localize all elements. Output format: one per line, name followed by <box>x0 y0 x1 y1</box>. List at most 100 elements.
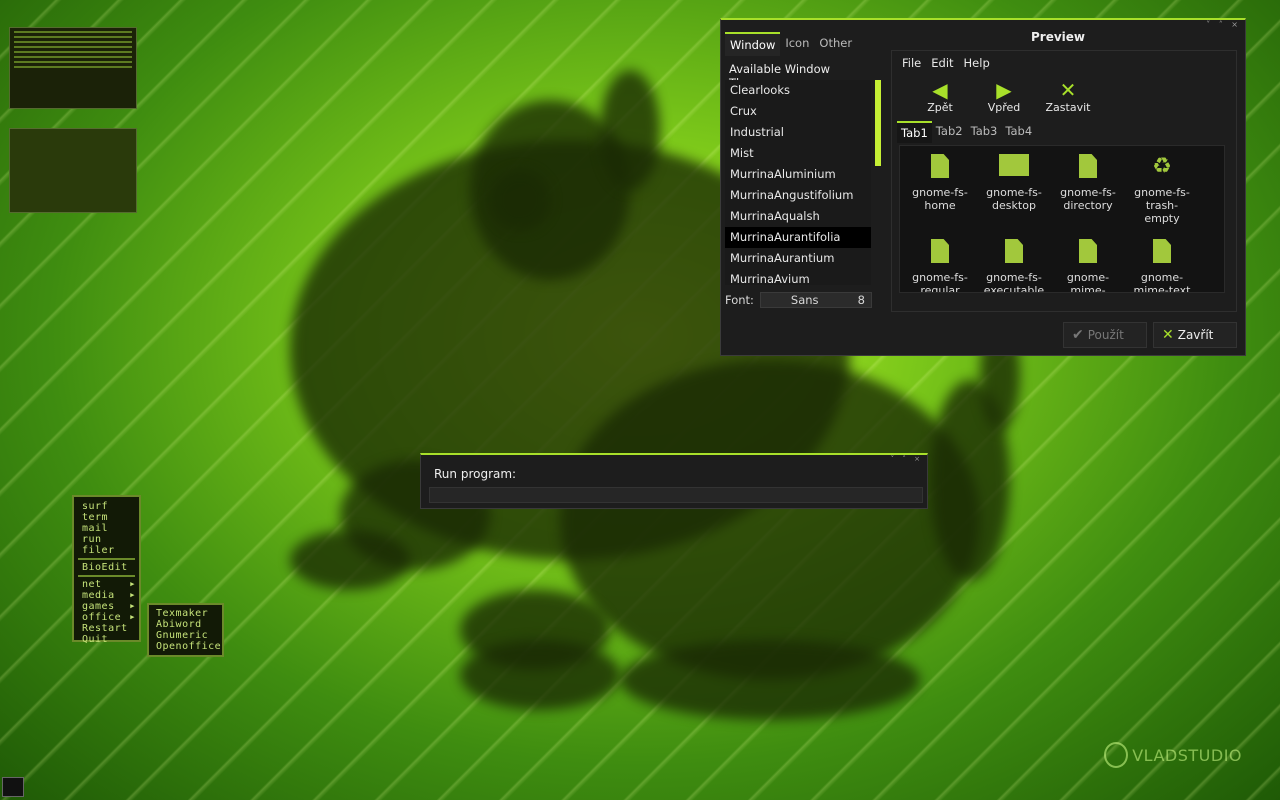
list-item[interactable]: Clearlooks <box>725 80 871 101</box>
menu-item-term[interactable]: term <box>82 512 139 523</box>
list-item[interactable]: MurrinaAvium <box>725 269 871 285</box>
tab-window[interactable]: Window <box>725 32 781 56</box>
window-controls[interactable]: ˅ ˄ × <box>1206 20 1241 29</box>
theme-selector-window: ˅ ˄ × Window Icon Other Available Window… <box>720 18 1246 356</box>
menu-separator <box>78 575 135 577</box>
menu-item-filer[interactable]: filer <box>82 545 139 556</box>
run-program-dialog: ˅ ˄ × Run program: <box>420 453 928 509</box>
menu-item-net[interactable]: net ▶ <box>82 579 139 590</box>
font-row: Font: Sans 8 <box>725 290 883 310</box>
icon-item-mime-image[interactable]: gnome- mime- <box>1052 239 1124 293</box>
icon-item-mime-text[interactable]: gnome- mime-text <box>1126 239 1198 293</box>
menu-item-quit[interactable]: Quit <box>82 634 139 645</box>
icon-label: gnome-fs- home <box>912 186 968 212</box>
vladstudio-logo-icon <box>1104 742 1129 768</box>
submenu-arrow-icon: ▶ <box>130 591 135 599</box>
watermark-text: VLADSTUDIO <box>1132 745 1242 765</box>
icon-label: gnome-fs- trash- empty <box>1134 186 1190 225</box>
executable-icon <box>1003 239 1025 265</box>
icon-item-regular[interactable]: gnome-fs- regular <box>904 239 976 293</box>
window-controls[interactable]: ˅ ˄ × <box>891 455 923 463</box>
tab-tab2[interactable]: Tab2 <box>932 121 967 143</box>
window-thumbnail-desktop[interactable] <box>9 128 137 213</box>
menu-item-surf[interactable]: surf <box>82 501 139 512</box>
list-item[interactable]: MurrinaAurantium <box>725 248 871 269</box>
theme-list: Clearlooks Crux Industrial Mist MurrinaA… <box>725 80 871 285</box>
forward-button[interactable]: ▶ Vpřed <box>976 79 1032 114</box>
folder-icon <box>1077 154 1099 180</box>
menu-help[interactable]: Help <box>964 56 990 70</box>
arrow-left-icon: ◀ <box>932 78 948 102</box>
menu-item-gnumeric[interactable]: Gnumeric <box>156 630 222 641</box>
menu-item-mail[interactable]: mail <box>82 523 139 534</box>
tab-tab4[interactable]: Tab4 <box>1001 121 1036 143</box>
list-item[interactable]: MurrinaAqualsh <box>725 206 871 227</box>
trash-icon: ♻ <box>1152 154 1172 179</box>
menu-item-games[interactable]: games ▶ <box>82 601 139 612</box>
monitor-tray-icon[interactable] <box>2 777 24 797</box>
close-label: Zavřít <box>1177 328 1214 342</box>
icon-label: gnome-fs- regular <box>912 271 968 293</box>
font-picker-button[interactable]: Sans 8 <box>759 292 872 308</box>
submenu-arrow-icon: ▶ <box>130 613 135 621</box>
apply-button[interactable]: ✔ Použít <box>1063 322 1147 348</box>
menu-item-texmaker[interactable]: Texmaker <box>156 608 222 619</box>
menu-item-openoffice[interactable]: Openoffice <box>156 641 222 652</box>
forward-label: Vpřed <box>987 101 1021 114</box>
apply-label: Použít <box>1087 328 1124 342</box>
icon-label: gnome-fs- executable <box>983 271 1045 293</box>
theme-list-scrollbar[interactable] <box>875 80 881 166</box>
icon-item-home[interactable]: gnome-fs- home <box>904 154 976 212</box>
back-button[interactable]: ◀ Zpět <box>912 79 968 114</box>
font-name: Sans <box>790 293 819 307</box>
list-item[interactable]: Industrial <box>725 122 871 143</box>
icon-item-directory[interactable]: gnome-fs- directory <box>1052 154 1124 212</box>
menu-item-office[interactable]: office ▶ <box>82 612 139 623</box>
tab-other[interactable]: Other <box>814 32 857 56</box>
submenu-arrow-icon: ▶ <box>130 580 135 588</box>
icon-item-executable[interactable]: gnome-fs- executable <box>978 239 1050 293</box>
list-item[interactable]: Crux <box>725 101 871 122</box>
tab-icon[interactable]: Icon <box>780 32 814 56</box>
preview-pane: File Edit Help ◀ Zpět ▶ Vpřed ✕ Zastavit… <box>891 50 1237 312</box>
close-button[interactable]: ✕ Zavřít <box>1153 322 1237 348</box>
close-icon: ✕ <box>1162 327 1174 343</box>
icon-item-desktop[interactable]: gnome-fs- desktop <box>978 154 1050 212</box>
list-item[interactable]: MurrinaAngustifolium <box>725 185 871 206</box>
menu-item-bioedit[interactable]: BioEdit <box>82 562 139 573</box>
menu-item-restart[interactable]: Restart <box>82 623 139 634</box>
tab-tab1[interactable]: Tab1 <box>897 121 932 143</box>
menu-label: net <box>82 579 102 590</box>
list-item-selected[interactable]: MurrinaAurantifolia <box>725 227 871 248</box>
icon-view-scrollbar[interactable] <box>1224 148 1225 262</box>
file-icon <box>929 239 951 265</box>
menu-item-media[interactable]: media ▶ <box>82 590 139 601</box>
menu-edit[interactable]: Edit <box>931 56 953 70</box>
preview-title: Preview <box>1031 30 1086 44</box>
window-thumbnail-terminal[interactable] <box>9 27 137 109</box>
desktop-icon <box>999 154 1029 180</box>
menu-file[interactable]: File <box>902 56 921 70</box>
list-item[interactable]: Mist <box>725 143 871 164</box>
menu-item-run[interactable]: run <box>82 534 139 545</box>
icon-item-trash[interactable]: ♻ gnome-fs- trash- empty <box>1126 154 1198 225</box>
preview-icon-view: gnome-fs- home gnome-fs- desktop gnome-f… <box>899 145 1225 293</box>
home-icon <box>929 154 951 180</box>
office-submenu: Texmaker Abiword Gnumeric Openoffice <box>147 603 224 657</box>
mime-image-icon <box>1077 239 1099 265</box>
theme-category-tabs: Window Icon Other <box>725 32 857 56</box>
submenu-arrow-icon: ▶ <box>130 602 135 610</box>
font-size: 8 <box>857 293 865 307</box>
preview-tabs: Tab1 Tab2 Tab3 Tab4 <box>897 121 1036 143</box>
mime-text-icon <box>1151 239 1173 265</box>
tab-tab3[interactable]: Tab3 <box>967 121 1002 143</box>
run-program-input[interactable] <box>429 487 923 503</box>
icon-label: gnome-fs- desktop <box>986 186 1042 212</box>
close-x-icon: ✕ <box>1059 78 1077 102</box>
list-item[interactable]: MurrinaAluminium <box>725 164 871 185</box>
icon-label: gnome- mime-text <box>1133 271 1191 293</box>
menu-label: office <box>82 612 122 623</box>
icon-label: gnome- mime- <box>1066 271 1110 293</box>
stop-button[interactable]: ✕ Zastavit <box>1040 79 1096 114</box>
menu-item-abiword[interactable]: Abiword <box>156 619 222 630</box>
